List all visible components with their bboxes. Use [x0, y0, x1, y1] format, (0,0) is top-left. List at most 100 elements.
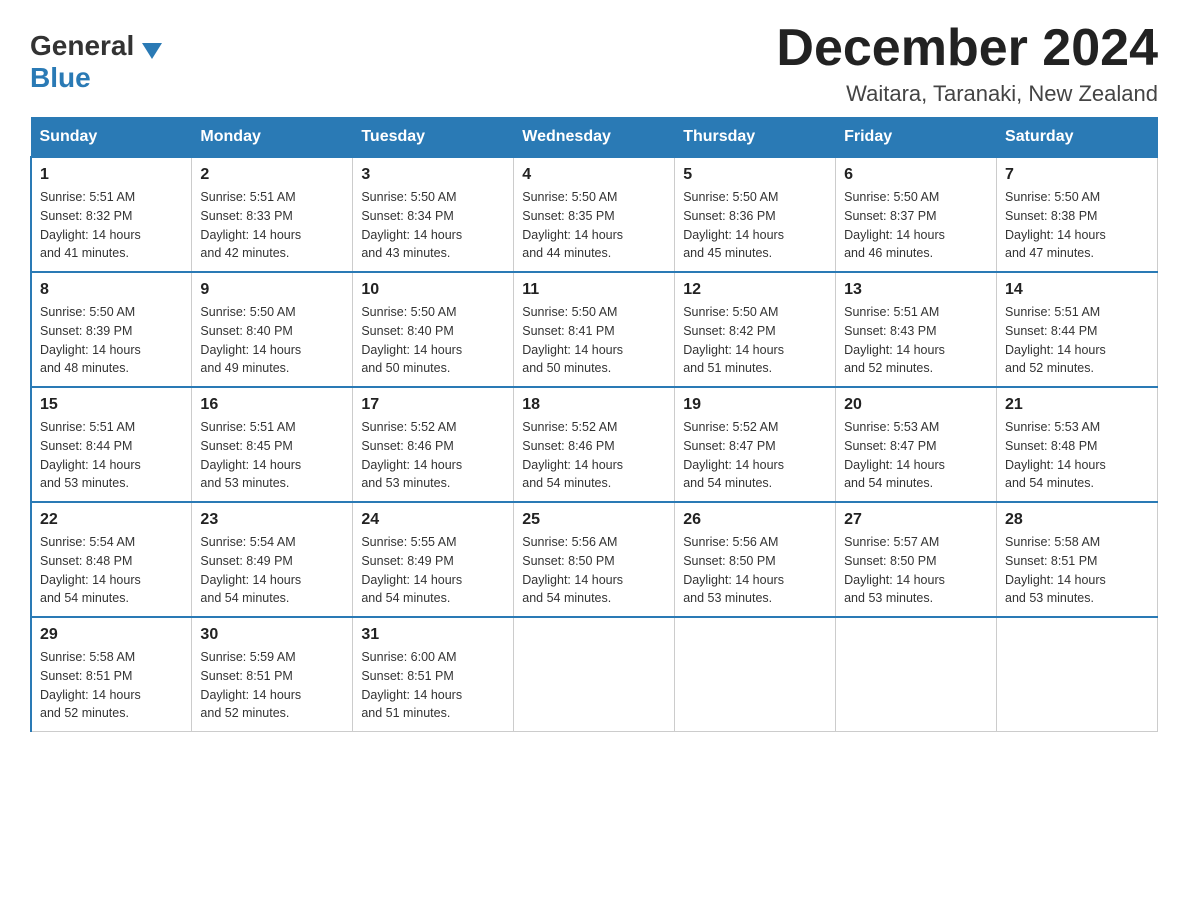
- day-number: 25: [522, 511, 666, 529]
- day-number: 29: [40, 626, 183, 644]
- calendar-cell: 17 Sunrise: 5:52 AMSunset: 8:46 PMDayligh…: [353, 387, 514, 502]
- day-info: Sunrise: 5:51 AMSunset: 8:43 PMDaylight:…: [844, 303, 988, 378]
- calendar-week-row: 1 Sunrise: 5:51 AMSunset: 8:32 PMDaylight…: [31, 157, 1158, 272]
- day-info: Sunrise: 5:50 AMSunset: 8:35 PMDaylight:…: [522, 188, 666, 263]
- calendar-cell: 30Sunrise: 5:59 AMSunset: 8:51 PMDayligh…: [192, 617, 353, 732]
- day-info: Sunrise: 5:52 AMSunset: 8:46 PMDaylight:…: [522, 418, 666, 493]
- day-info: Sunrise: 5:50 AMSunset: 8:40 PMDaylight:…: [361, 303, 505, 378]
- logo-triangle-icon: [142, 43, 162, 59]
- day-info: Sunrise: 5:50 AMSunset: 8:36 PMDaylight:…: [683, 188, 827, 263]
- day-info: Sunrise: 5:50 AMSunset: 8:37 PMDaylight:…: [844, 188, 988, 263]
- calendar-cell: [997, 617, 1158, 732]
- day-number: 2: [200, 166, 344, 184]
- location-subtitle: Waitara, Taranaki, New Zealand: [776, 81, 1158, 107]
- logo-general-text: General: [30, 30, 162, 62]
- day-number: 27: [844, 511, 988, 529]
- calendar-cell: 18Sunrise: 5:52 AMSunset: 8:46 PMDayligh…: [514, 387, 675, 502]
- day-number: 30: [200, 626, 344, 644]
- day-number: 15: [40, 396, 183, 414]
- calendar-cell: 28 Sunrise: 5:58 AMSunset: 8:51 PMDayligh…: [997, 502, 1158, 617]
- day-number: 4: [522, 166, 666, 184]
- logo: General Blue: [30, 30, 162, 94]
- calendar-cell: 27 Sunrise: 5:57 AMSunset: 8:50 PMDayligh…: [836, 502, 997, 617]
- weekday-header-monday: Monday: [192, 118, 353, 158]
- weekday-header-saturday: Saturday: [997, 118, 1158, 158]
- day-info: Sunrise: 6:00 AMSunset: 8:51 PMDaylight:…: [361, 648, 505, 723]
- day-info: Sunrise: 5:50 AMSunset: 8:41 PMDaylight:…: [522, 303, 666, 378]
- day-info: Sunrise: 5:57 AMSunset: 8:50 PMDaylight:…: [844, 533, 988, 608]
- day-info: Sunrise: 5:54 AMSunset: 8:49 PMDaylight:…: [200, 533, 344, 608]
- day-info: Sunrise: 5:50 AMSunset: 8:42 PMDaylight:…: [683, 303, 827, 378]
- calendar-cell: 5 Sunrise: 5:50 AMSunset: 8:36 PMDaylight…: [675, 157, 836, 272]
- calendar-cell: 23 Sunrise: 5:54 AMSunset: 8:49 PMDayligh…: [192, 502, 353, 617]
- day-number: 3: [361, 166, 505, 184]
- calendar-cell: 11 Sunrise: 5:50 AMSunset: 8:41 PMDayligh…: [514, 272, 675, 387]
- day-info: Sunrise: 5:54 AMSunset: 8:48 PMDaylight:…: [40, 533, 183, 608]
- day-info: Sunrise: 5:58 AMSunset: 8:51 PMDaylight:…: [40, 648, 183, 723]
- calendar-cell: 15 Sunrise: 5:51 AMSunset: 8:44 PMDayligh…: [31, 387, 192, 502]
- day-info: Sunrise: 5:52 AMSunset: 8:46 PMDaylight:…: [361, 418, 505, 493]
- day-number: 16: [200, 396, 344, 414]
- calendar-cell: 14 Sunrise: 5:51 AMSunset: 8:44 PMDayligh…: [997, 272, 1158, 387]
- calendar-cell: [514, 617, 675, 732]
- calendar-cell: 24 Sunrise: 5:55 AMSunset: 8:49 PMDayligh…: [353, 502, 514, 617]
- calendar-cell: 26Sunrise: 5:56 AMSunset: 8:50 PMDayligh…: [675, 502, 836, 617]
- calendar-cell: 1 Sunrise: 5:51 AMSunset: 8:32 PMDaylight…: [31, 157, 192, 272]
- logo-blue-text: Blue: [30, 62, 91, 94]
- day-number: 8: [40, 281, 183, 299]
- calendar-cell: 3 Sunrise: 5:50 AMSunset: 8:34 PMDaylight…: [353, 157, 514, 272]
- calendar-cell: 16 Sunrise: 5:51 AMSunset: 8:45 PMDayligh…: [192, 387, 353, 502]
- day-number: 13: [844, 281, 988, 299]
- day-number: 9: [200, 281, 344, 299]
- calendar-body: 1 Sunrise: 5:51 AMSunset: 8:32 PMDaylight…: [31, 157, 1158, 732]
- calendar-cell: [675, 617, 836, 732]
- day-number: 14: [1005, 281, 1149, 299]
- day-info: Sunrise: 5:50 AMSunset: 8:38 PMDaylight:…: [1005, 188, 1149, 263]
- day-info: Sunrise: 5:51 AMSunset: 8:44 PMDaylight:…: [1005, 303, 1149, 378]
- day-number: 11: [522, 281, 666, 299]
- day-info: Sunrise: 5:53 AMSunset: 8:48 PMDaylight:…: [1005, 418, 1149, 493]
- calendar-week-row: 15 Sunrise: 5:51 AMSunset: 8:44 PMDayligh…: [31, 387, 1158, 502]
- day-info: Sunrise: 5:50 AMSunset: 8:34 PMDaylight:…: [361, 188, 505, 263]
- calendar-week-row: 8 Sunrise: 5:50 AMSunset: 8:39 PMDaylight…: [31, 272, 1158, 387]
- day-number: 22: [40, 511, 183, 529]
- day-info: Sunrise: 5:50 AMSunset: 8:39 PMDaylight:…: [40, 303, 183, 378]
- calendar-cell: 6 Sunrise: 5:50 AMSunset: 8:37 PMDaylight…: [836, 157, 997, 272]
- weekday-header-row: SundayMondayTuesdayWednesdayThursdayFrid…: [31, 118, 1158, 158]
- day-number: 10: [361, 281, 505, 299]
- calendar-week-row: 29 Sunrise: 5:58 AMSunset: 8:51 PMDayligh…: [31, 617, 1158, 732]
- day-info: Sunrise: 5:51 AMSunset: 8:32 PMDaylight:…: [40, 188, 183, 263]
- calendar-cell: 22 Sunrise: 5:54 AMSunset: 8:48 PMDayligh…: [31, 502, 192, 617]
- day-number: 17: [361, 396, 505, 414]
- page-header: General Blue December 2024 Waitara, Tara…: [30, 20, 1158, 107]
- calendar-cell: 7Sunrise: 5:50 AMSunset: 8:38 PMDaylight…: [997, 157, 1158, 272]
- calendar-cell: 13 Sunrise: 5:51 AMSunset: 8:43 PMDayligh…: [836, 272, 997, 387]
- day-info: Sunrise: 5:51 AMSunset: 8:44 PMDaylight:…: [40, 418, 183, 493]
- day-number: 31: [361, 626, 505, 644]
- day-number: 28: [1005, 511, 1149, 529]
- calendar-cell: 9 Sunrise: 5:50 AMSunset: 8:40 PMDaylight…: [192, 272, 353, 387]
- day-number: 1: [40, 166, 183, 184]
- day-number: 6: [844, 166, 988, 184]
- day-number: 5: [683, 166, 827, 184]
- calendar-cell: 31 Sunrise: 6:00 AMSunset: 8:51 PMDayligh…: [353, 617, 514, 732]
- calendar-table: SundayMondayTuesdayWednesdayThursdayFrid…: [30, 117, 1158, 732]
- day-number: 21: [1005, 396, 1149, 414]
- day-info: Sunrise: 5:55 AMSunset: 8:49 PMDaylight:…: [361, 533, 505, 608]
- day-number: 20: [844, 396, 988, 414]
- day-info: Sunrise: 5:58 AMSunset: 8:51 PMDaylight:…: [1005, 533, 1149, 608]
- month-title: December 2024: [776, 20, 1158, 77]
- day-info: Sunrise: 5:50 AMSunset: 8:40 PMDaylight:…: [200, 303, 344, 378]
- calendar-cell: 29 Sunrise: 5:58 AMSunset: 8:51 PMDayligh…: [31, 617, 192, 732]
- calendar-cell: 12Sunrise: 5:50 AMSunset: 8:42 PMDayligh…: [675, 272, 836, 387]
- day-info: Sunrise: 5:53 AMSunset: 8:47 PMDaylight:…: [844, 418, 988, 493]
- calendar-week-row: 22 Sunrise: 5:54 AMSunset: 8:48 PMDayligh…: [31, 502, 1158, 617]
- calendar-cell: 21 Sunrise: 5:53 AMSunset: 8:48 PMDayligh…: [997, 387, 1158, 502]
- day-info: Sunrise: 5:51 AMSunset: 8:45 PMDaylight:…: [200, 418, 344, 493]
- day-number: 24: [361, 511, 505, 529]
- calendar-cell: 8 Sunrise: 5:50 AMSunset: 8:39 PMDaylight…: [31, 272, 192, 387]
- weekday-header-tuesday: Tuesday: [353, 118, 514, 158]
- weekday-header-friday: Friday: [836, 118, 997, 158]
- day-number: 23: [200, 511, 344, 529]
- day-info: Sunrise: 5:56 AMSunset: 8:50 PMDaylight:…: [522, 533, 666, 608]
